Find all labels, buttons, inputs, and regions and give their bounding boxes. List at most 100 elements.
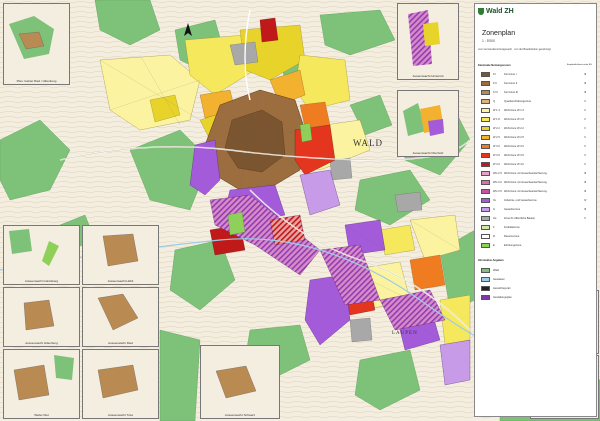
legend-label: Quartiererhaltungszone	[504, 100, 532, 103]
legend-es: IV	[584, 199, 587, 202]
legend-es: II	[584, 127, 586, 130]
legend-swatch	[481, 135, 490, 140]
legend-swatch	[481, 198, 490, 203]
inset-caption: Aussenwacht Güntisberg	[24, 279, 59, 283]
legend-swatch	[481, 225, 490, 230]
legend-code: W 2.2	[493, 127, 500, 130]
inset-top-right-1[interactable]: Aussenwacht Hinterrüti	[397, 3, 459, 80]
legend-swatch	[481, 117, 490, 122]
legend-item: WG 3.0 Wohnzone mit Gewerbeerleichterung I…	[478, 180, 594, 186]
legend-label: Industrie- und Gewerbezone	[504, 199, 537, 202]
legend-item: WG 2.5 Wohnzone mit Gewerbeerleichterung I…	[478, 171, 594, 177]
legend-code: W 2.5	[493, 136, 500, 139]
legend-label: Gewerbezone	[504, 208, 521, 211]
legend-code: W 3.0	[493, 145, 500, 148]
legend-label: Wald	[493, 269, 499, 272]
legend-es: II	[584, 145, 586, 148]
legend-item: W 1.3 Wohnzone W 1.3 II	[478, 108, 594, 114]
legend-item: Q Quartiererhaltungszone II	[478, 99, 594, 105]
legend-es: III	[584, 82, 587, 85]
legend-swatch	[481, 171, 490, 176]
legend-label: Wohnzone mit Gewerbeerleichterung	[504, 181, 547, 184]
legend-item: R Reservezone	[478, 234, 594, 240]
zoning-map-sheet: WALD LAUPEN Plan: Gebiet Ried / Hittenbe…	[0, 0, 600, 421]
legend-es: III	[584, 172, 587, 175]
legend-es: III	[584, 190, 587, 193]
coat-of-arms-icon	[478, 8, 484, 15]
inset-caption: Aussenwacht Ried	[108, 341, 133, 345]
legend-label: Kernzone II	[504, 82, 518, 85]
legend-code: W 1.8	[493, 118, 500, 121]
legend-swatch	[481, 162, 490, 167]
legend-label: Kernzone III	[504, 91, 518, 94]
legend-title: Zonenplan	[482, 30, 516, 37]
legend-label: Wohnzone mit Gewerbeerleichterung	[504, 172, 547, 175]
legend-swatch	[481, 126, 490, 131]
legend-es: III	[584, 91, 587, 94]
legend-swatch	[481, 144, 490, 149]
inset-left-3[interactable]: Aussenwacht Hittenberg	[3, 287, 80, 347]
legend-code: K I	[493, 73, 497, 76]
legend-label: Wohnzone W 3.5	[504, 154, 524, 157]
legend-note: vom Gemeinderat festgesetzt · von der Ba…	[478, 48, 551, 51]
brand: Wald ZH	[478, 8, 514, 15]
legend-es: II	[584, 163, 586, 166]
legend-item: K I Kernzone I III	[478, 72, 594, 78]
legend-es: III	[584, 181, 587, 184]
inset-bottom-mid[interactable]: Aussenwacht Schwarz	[200, 345, 280, 419]
town-label-wald: WALD	[353, 138, 383, 148]
legend-code: F	[493, 226, 495, 229]
legend-es: II	[584, 100, 586, 103]
inset-top-left[interactable]: Plan: Gebiet Ried / Hittenberg	[3, 3, 70, 85]
legend-es: III	[584, 208, 587, 211]
legend-label: Wohnzone W 2.5	[504, 136, 524, 139]
inset-top-right-2[interactable]: Aussenwacht Oberholz	[397, 90, 459, 157]
legend-swatch	[481, 216, 490, 221]
legend-label: Reservezone	[504, 235, 520, 238]
legend-code: WG 3.5	[493, 190, 502, 193]
legend-code: W 1.3	[493, 109, 500, 112]
legend-item: WG 3.5 Wohnzone mit Gewerbeerleichterung I…	[478, 189, 594, 195]
legend-label: Kernzone I	[504, 73, 517, 76]
legend-item: IG Industrie- und Gewerbezone IV	[478, 198, 594, 204]
legend-es: II	[584, 109, 586, 112]
legend-code: Q	[493, 100, 496, 103]
legend-code: Oe	[493, 217, 497, 220]
legend-label: Wohnzone W 2.2	[504, 127, 524, 130]
town-label-laupen: LAUPEN	[392, 331, 418, 336]
legend-es: III	[584, 73, 587, 76]
legend-other-item: Wald	[478, 268, 594, 274]
inset-left-5[interactable]: Weiler Riet	[3, 349, 80, 419]
inset-left-2[interactable]: Aussenwacht Hübli	[82, 225, 159, 285]
legend-other-item: Gestaltungsplan	[478, 295, 594, 301]
legend-code: G	[493, 208, 496, 211]
legend-swatch	[481, 243, 490, 248]
legend-swatch	[481, 81, 490, 86]
legend-item: W 2.5 Wohnzone W 2.5 II	[478, 135, 594, 141]
legend-es: II	[584, 154, 586, 157]
legend-code: WG 3.0	[493, 181, 502, 184]
legend-swatch	[481, 234, 490, 239]
legend-item: K III Kernzone III III	[478, 90, 594, 96]
legend-item: F Freihaltezone	[478, 225, 594, 231]
inset-left-4[interactable]: Aussenwacht Ried	[82, 287, 159, 347]
legend-scale: 1 : 5'000	[482, 39, 495, 43]
legend-code: K II	[493, 82, 497, 85]
legend-item: W 1.8 Wohnzone W 1.8 II	[478, 117, 594, 123]
legend-item: G Gewerbezone III	[478, 207, 594, 213]
legend-swatch	[481, 72, 490, 77]
legend-es: II	[584, 118, 586, 121]
legend-zones-heading: Kantonale Nutzungszonen	[478, 64, 511, 67]
legend-swatch	[481, 108, 490, 113]
inset-left-1[interactable]: Aussenwacht Güntisberg	[3, 225, 80, 285]
legend-item: W 3.5 Wohnzone W 3.5 II	[478, 153, 594, 159]
legend-swatch	[481, 268, 490, 273]
legend-swatch	[481, 277, 490, 282]
inset-caption: Weiler Riet	[34, 413, 49, 417]
legend-item: W 2.2 Wohnzone W 2.2 II	[478, 126, 594, 132]
inset-left-6[interactable]: Aussenwacht Töss	[82, 349, 159, 419]
legend-swatch	[481, 90, 490, 95]
legend-label: Freihaltezone	[504, 226, 520, 229]
legend-label: Wohnzone W 3.0	[504, 145, 524, 148]
legend-label: Gewässer	[493, 278, 505, 281]
